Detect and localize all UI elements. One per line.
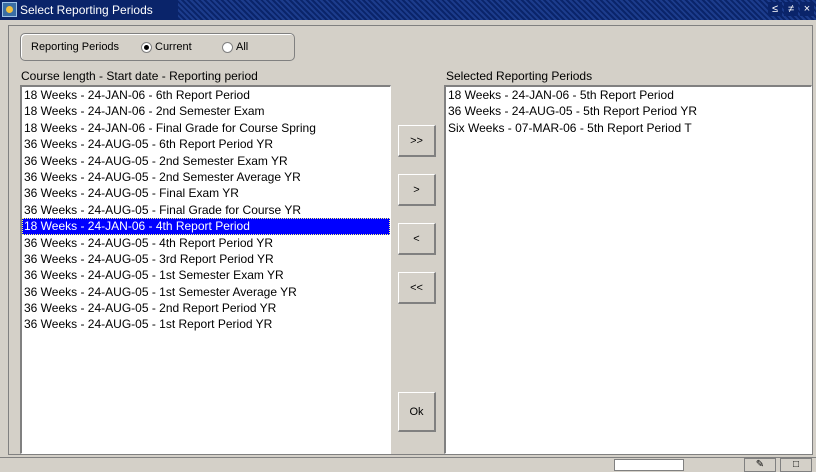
status-bar: ✎ □ — [0, 457, 816, 472]
radio-all[interactable]: All — [222, 41, 248, 53]
selected-list-item[interactable]: 36 Weeks - 24-AUG-05 - 5th Report Period… — [446, 103, 811, 119]
add-all-button[interactable]: >> — [398, 125, 436, 157]
available-list-item[interactable]: 36 Weeks - 24-AUG-05 - 1st Semester Aver… — [22, 284, 390, 300]
status-field — [614, 459, 684, 471]
window-title: Select Reporting Periods — [20, 3, 153, 17]
close-icon[interactable]: × — [800, 2, 814, 16]
available-list-item[interactable]: 36 Weeks - 24-AUG-05 - Final Grade for C… — [22, 202, 390, 218]
available-list-item[interactable]: 36 Weeks - 24-AUG-05 - 4th Report Period… — [22, 235, 390, 251]
radio-all-dot[interactable] — [222, 41, 233, 53]
available-list-item[interactable]: 18 Weeks - 24-JAN-06 - Final Grade for C… — [22, 120, 390, 136]
remove-all-button[interactable]: << — [398, 272, 436, 304]
available-list-item[interactable]: 36 Weeks - 24-AUG-05 - 1st Report Period… — [22, 316, 390, 332]
radio-current-label: Current — [155, 41, 192, 53]
ok-button[interactable]: Ok — [398, 392, 436, 432]
selected-periods-list[interactable]: 18 Weeks - 24-JAN-06 - 5th Report Period… — [444, 85, 812, 454]
remove-button[interactable]: < — [398, 223, 436, 255]
edit-icon[interactable]: ✎ — [744, 458, 776, 472]
radio-all-label: All — [236, 41, 249, 53]
selected-list-item[interactable]: 18 Weeks - 24-JAN-06 - 5th Report Period — [446, 87, 811, 103]
add-button[interactable]: > — [398, 174, 436, 206]
selected-heading: Selected Reporting Periods — [446, 69, 593, 83]
minimize-icon[interactable]: ≤ — [768, 2, 782, 16]
available-periods-list[interactable]: 18 Weeks - 24-JAN-06 - 6th Report Period… — [20, 85, 391, 454]
available-list-item[interactable]: 36 Weeks - 24-AUG-05 - Final Exam YR — [22, 185, 390, 201]
available-list-item[interactable]: 36 Weeks - 24-AUG-05 - 2nd Semester Aver… — [22, 169, 390, 185]
available-list-item[interactable]: 36 Weeks - 24-AUG-05 - 2nd Semester Exam… — [22, 153, 390, 169]
reporting-periods-label: Reporting Periods — [31, 41, 120, 53]
title-bar: Select Reporting Periods ≤ ≠ × — [0, 0, 816, 20]
selected-list-item[interactable]: Six Weeks - 07-MAR-06 - 5th Report Perio… — [446, 120, 811, 136]
available-list-item[interactable]: 18 Weeks - 24-JAN-06 - 6th Report Period — [22, 87, 390, 103]
window-controls: ≤ ≠ × — [768, 2, 814, 16]
available-list-item[interactable]: 18 Weeks - 24-JAN-06 - 2nd Semester Exam — [22, 103, 390, 119]
available-list-item[interactable]: 18 Weeks - 24-JAN-06 - 4th Report Period — [22, 218, 390, 235]
radio-current[interactable]: Current — [141, 41, 192, 53]
available-heading: Course length - Start date - Reporting p… — [21, 69, 258, 83]
available-list-item[interactable]: 36 Weeks - 24-AUG-05 - 3rd Report Period… — [22, 251, 390, 267]
radio-current-dot[interactable] — [141, 41, 152, 53]
available-list-item[interactable]: 36 Weeks - 24-AUG-05 - 6th Report Period… — [22, 136, 390, 152]
restore-icon[interactable]: ≠ — [784, 2, 798, 16]
reporting-periods-group: Reporting Periods Current All — [20, 33, 295, 61]
window-icon[interactable]: □ — [780, 458, 812, 472]
available-list-item[interactable]: 36 Weeks - 24-AUG-05 - 2nd Report Period… — [22, 300, 390, 316]
app-icon — [2, 2, 17, 17]
available-list-item[interactable]: 36 Weeks - 24-AUG-05 - 1st Semester Exam… — [22, 267, 390, 283]
